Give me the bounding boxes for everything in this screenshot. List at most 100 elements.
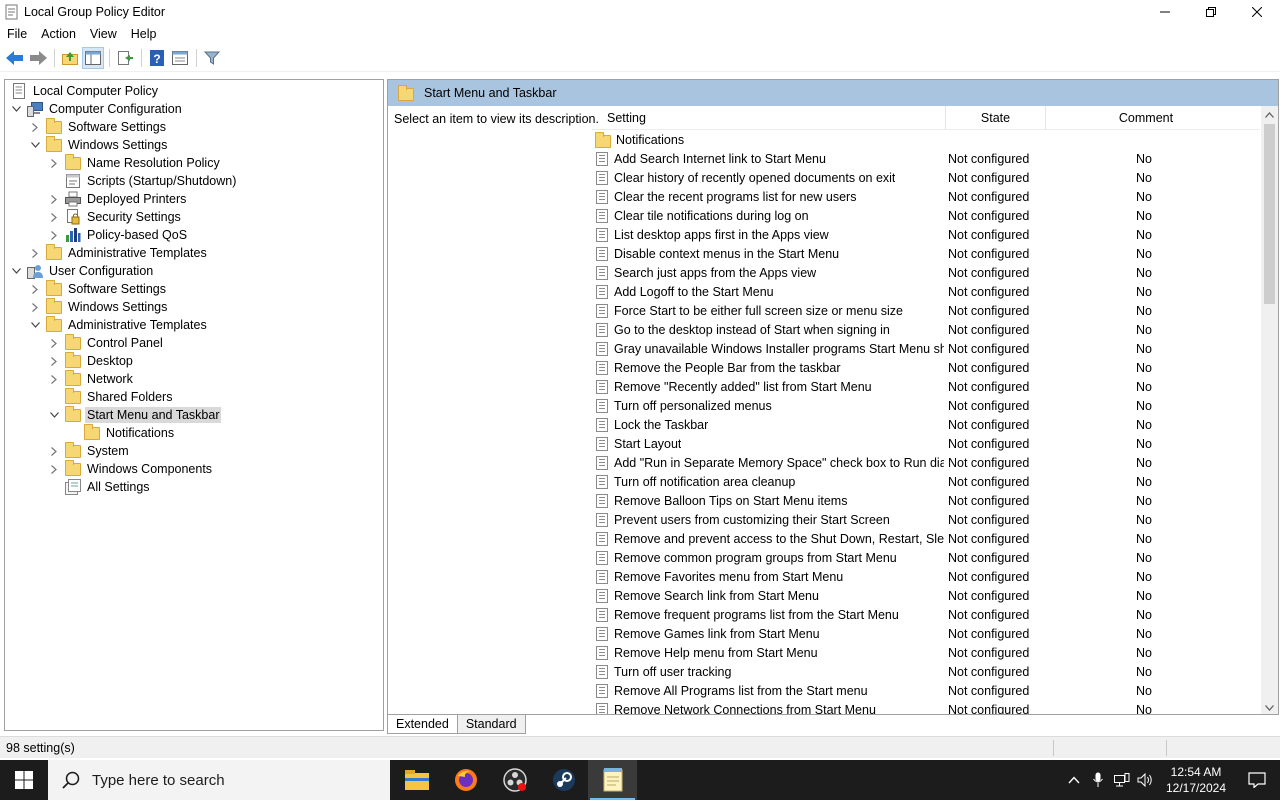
scroll-up-icon[interactable]: [1261, 106, 1278, 123]
start-button[interactable]: [0, 760, 48, 800]
menu-help[interactable]: Help: [124, 24, 164, 44]
list-item[interactable]: Add Logoff to the Start Menu Not configur…: [592, 282, 1260, 301]
taskbar-search-box[interactable]: Type here to search: [48, 760, 390, 800]
list-item[interactable]: Turn off user tracking Not configured No: [592, 662, 1260, 681]
tab-standard[interactable]: Standard: [456, 715, 526, 734]
tab-extended[interactable]: Extended: [387, 715, 458, 734]
list-item[interactable]: Remove Search link from Start Menu Not co…: [592, 586, 1260, 605]
list-item[interactable]: Remove common program groups from Start …: [592, 548, 1260, 567]
list-item[interactable]: Remove All Programs list from the Start …: [592, 681, 1260, 700]
tree-node[interactable]: All Settings: [47, 478, 152, 496]
tree-node[interactable]: Policy-based QoS: [47, 226, 189, 244]
back-arrow-icon[interactable]: [4, 47, 26, 69]
console-tree[interactable]: Local Computer Policy Computer Configurat…: [4, 79, 384, 731]
list-item[interactable]: Search just apps from the Apps view Not c…: [592, 263, 1260, 282]
list-item[interactable]: Turn off notification area cleanup Not co…: [592, 472, 1260, 491]
tree-node[interactable]: Windows Components: [47, 460, 214, 478]
chevron-right-icon[interactable]: [47, 228, 61, 242]
menu-file[interactable]: File: [0, 24, 34, 44]
tree-node[interactable]: Name Resolution Policy: [47, 154, 222, 172]
chevron-right-icon[interactable]: [47, 192, 61, 206]
taskbar-clock[interactable]: 12:54 AM 12/17/2024: [1158, 764, 1234, 796]
list-item[interactable]: Remove Help menu from Start Menu Not conf…: [592, 643, 1260, 662]
chevron-right-icon[interactable]: [47, 156, 61, 170]
tree-node[interactable]: System: [47, 442, 131, 460]
tree-node[interactable]: Desktop: [47, 352, 135, 370]
up-folder-icon[interactable]: [59, 47, 81, 69]
list-item[interactable]: Remove frequent programs list from the S…: [592, 605, 1260, 624]
scrollbar-thumb[interactable]: [1264, 124, 1275, 304]
list-item[interactable]: Force Start to be either full screen siz…: [592, 301, 1260, 320]
tree-node[interactable]: Start Menu and Taskbar: [47, 406, 222, 424]
show-hide-tree-icon[interactable]: [82, 47, 104, 69]
tree-node[interactable]: Scripts (Startup/Shutdown): [47, 172, 238, 190]
list-item[interactable]: Go to the desktop instead of Start when …: [592, 320, 1260, 339]
list-item[interactable]: Disable context menus in the Start Menu N…: [592, 244, 1260, 263]
file-explorer-icon[interactable]: [392, 760, 441, 800]
column-header-comment[interactable]: Comment: [1046, 106, 1246, 130]
menu-action[interactable]: Action: [34, 24, 83, 44]
chevron-right-icon[interactable]: [47, 336, 61, 350]
list-item[interactable]: Add Search Internet link to Start Menu No…: [592, 149, 1260, 168]
chevron-right-icon[interactable]: [28, 246, 42, 260]
chevron-right-icon[interactable]: [47, 444, 61, 458]
list-item[interactable]: Turn off personalized menus Not configure…: [592, 396, 1260, 415]
list-item[interactable]: Remove and prevent access to the Shut Do…: [592, 529, 1260, 548]
tree-node[interactable]: Software Settings: [28, 118, 168, 136]
list-item[interactable]: Remove "Recently added" list from Start …: [592, 377, 1260, 396]
tree-node[interactable]: User Configuration: [9, 262, 155, 280]
filter-icon[interactable]: [201, 47, 223, 69]
list-item[interactable]: Remove Favorites menu from Start Menu Not…: [592, 567, 1260, 586]
list-item[interactable]: Add "Run in Separate Memory Space" check…: [592, 453, 1260, 472]
properties-icon[interactable]: [169, 47, 191, 69]
tree-node[interactable]: Local Computer Policy: [9, 82, 160, 100]
close-button[interactable]: [1234, 0, 1280, 24]
column-header-setting[interactable]: Setting: [592, 105, 946, 130]
list-item[interactable]: Start Layout Not configured No: [592, 434, 1260, 453]
chevron-down-icon[interactable]: [28, 138, 42, 152]
tree-node[interactable]: Administrative Templates: [28, 244, 209, 262]
tree-node[interactable]: Windows Settings: [28, 298, 169, 316]
menu-view[interactable]: View: [83, 24, 124, 44]
chevron-down-icon[interactable]: [47, 408, 61, 422]
tree-node[interactable]: Notifications: [66, 424, 176, 442]
list-item[interactable]: Remove Network Connections from Start Me…: [592, 700, 1260, 714]
tree-node[interactable]: Network: [47, 370, 135, 388]
restore-button[interactable]: [1188, 0, 1234, 24]
chevron-down-icon[interactable]: [9, 264, 23, 278]
notepad-icon[interactable]: [588, 760, 637, 800]
list-item[interactable]: Gray unavailable Windows Installer progr…: [592, 339, 1260, 358]
list-folder-row[interactable]: Notifications: [592, 130, 1260, 149]
minimize-button[interactable]: [1142, 0, 1188, 24]
chevron-right-icon[interactable]: [28, 300, 42, 314]
list-item[interactable]: Remove the People Bar from the taskbar No…: [592, 358, 1260, 377]
list-item[interactable]: Clear history of recently opened documen…: [592, 168, 1260, 187]
chevron-right-icon[interactable]: [28, 120, 42, 134]
vertical-scrollbar[interactable]: [1261, 106, 1278, 714]
scroll-down-icon[interactable]: [1261, 699, 1278, 714]
tree-node[interactable]: Windows Settings: [28, 136, 169, 154]
tree-node[interactable]: Security Settings: [47, 208, 183, 226]
chevron-right-icon[interactable]: [28, 282, 42, 296]
list-item[interactable]: Remove Games link from Start Menu Not con…: [592, 624, 1260, 643]
tree-node[interactable]: Administrative Templates: [28, 316, 209, 334]
chevron-down-icon[interactable]: [9, 102, 23, 116]
list-item[interactable]: Remove Balloon Tips on Start Menu items N…: [592, 491, 1260, 510]
list-item[interactable]: List desktop apps first in the Apps view…: [592, 225, 1260, 244]
chevron-up-icon[interactable]: [1062, 760, 1086, 800]
chevron-right-icon[interactable]: [47, 210, 61, 224]
chevron-right-icon[interactable]: [47, 372, 61, 386]
list-item[interactable]: Clear the recent programs list for new u…: [592, 187, 1260, 206]
steam-icon[interactable]: [539, 760, 588, 800]
tree-node[interactable]: Control Panel: [47, 334, 165, 352]
forward-arrow-icon[interactable]: [27, 47, 49, 69]
column-header-state[interactable]: State: [946, 105, 1046, 130]
help-icon[interactable]: ?: [146, 47, 168, 69]
network-icon[interactable]: [1110, 760, 1134, 800]
tree-node[interactable]: Shared Folders: [47, 388, 174, 406]
firefox-icon[interactable]: [441, 760, 490, 800]
microphone-icon[interactable]: [1086, 760, 1110, 800]
list-item[interactable]: Prevent users from customizing their Sta…: [592, 510, 1260, 529]
chevron-down-icon[interactable]: [28, 318, 42, 332]
list-item[interactable]: Lock the Taskbar Not configured No: [592, 415, 1260, 434]
